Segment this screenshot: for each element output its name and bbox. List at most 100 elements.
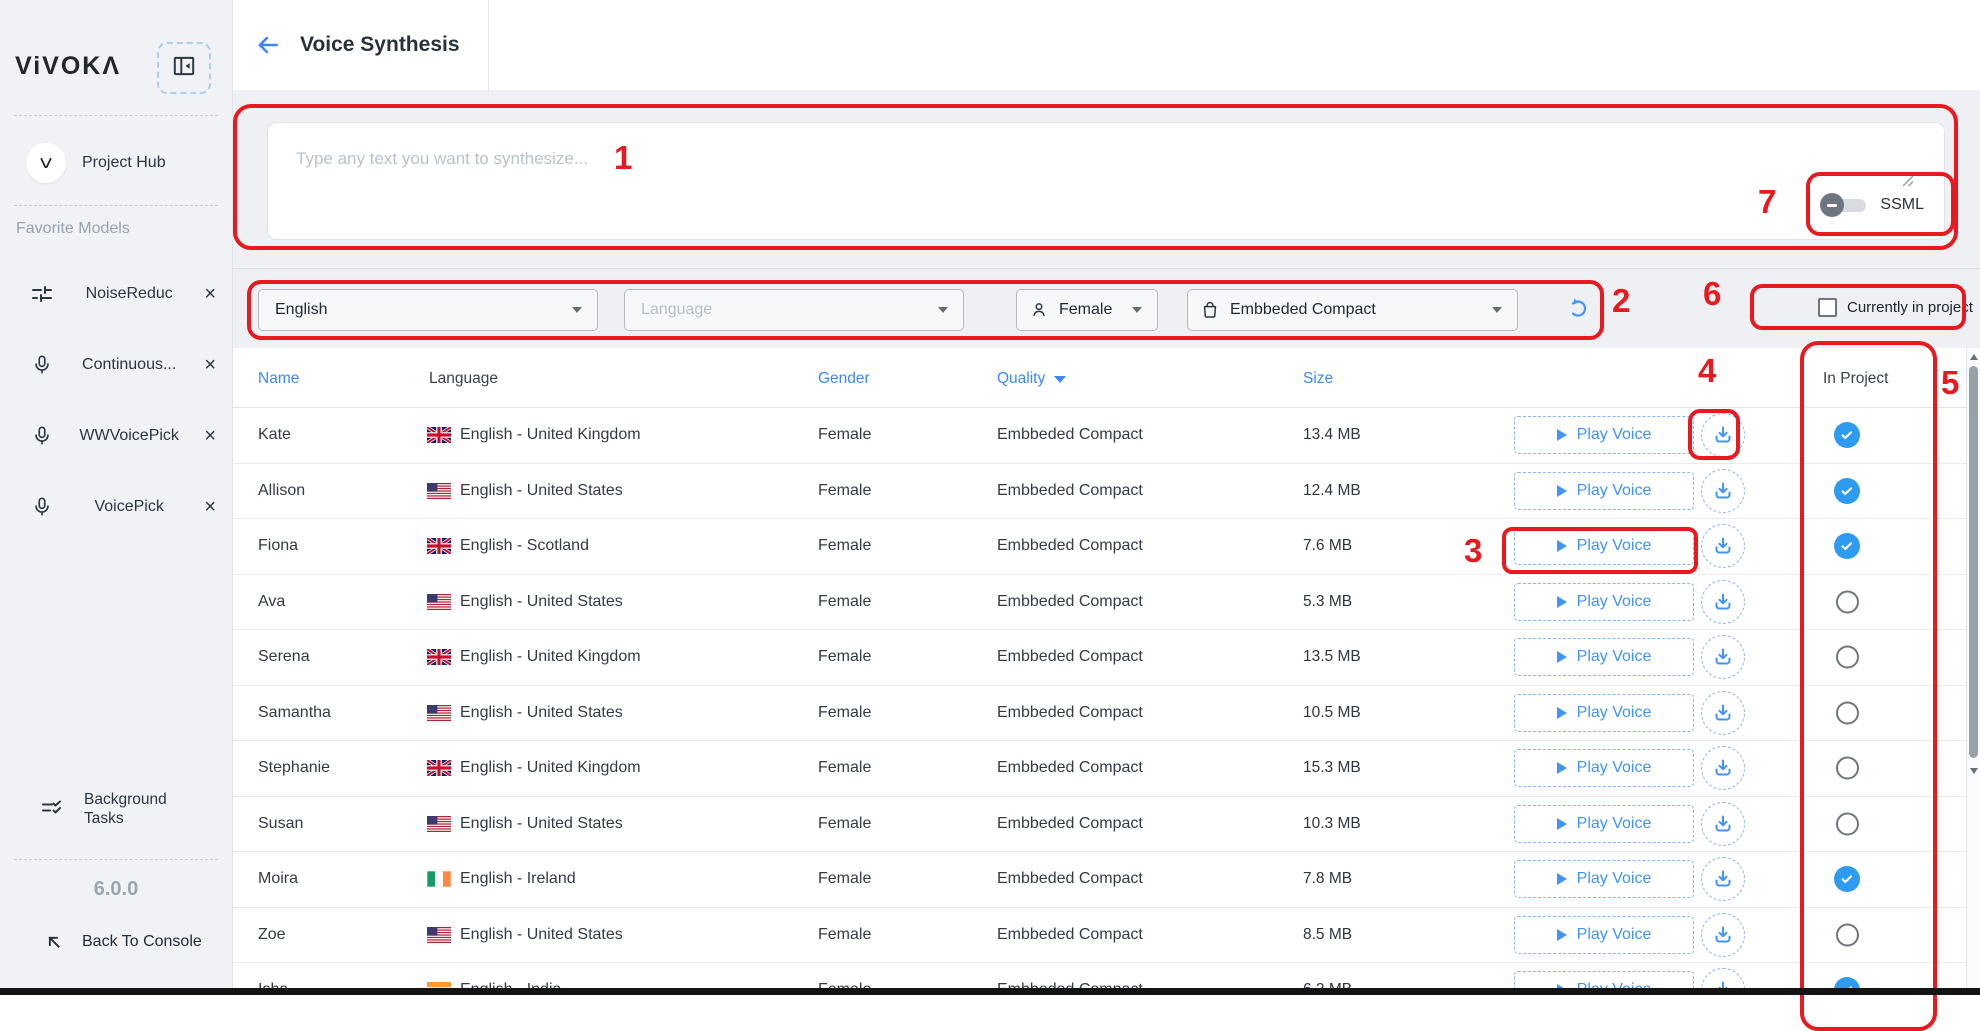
play-voice-button[interactable]: Play Voice	[1514, 694, 1694, 732]
column-header-quality[interactable]: Quality	[997, 370, 1066, 388]
reset-filters-button[interactable]	[1562, 293, 1594, 325]
sort-descending-icon[interactable]	[1054, 376, 1066, 383]
scrollbar-thumb[interactable]	[1969, 366, 1978, 758]
play-voice-button[interactable]: Play Voice	[1514, 472, 1694, 510]
window-bottom-edge	[0, 988, 1980, 995]
download-voice-button[interactable]	[1701, 691, 1745, 735]
voice-row-ava: Ava English - United States Female Embbe…	[232, 575, 1966, 631]
in-project-unchecked[interactable]	[1836, 812, 1859, 835]
voice-size: 8.5 MB	[1303, 926, 1352, 944]
voice-size: 7.8 MB	[1303, 870, 1352, 888]
play-voice-button[interactable]: Play Voice	[1514, 805, 1694, 843]
in-project-unchecked[interactable]	[1836, 701, 1859, 724]
remove-favorite-icon[interactable]: ×	[204, 355, 216, 375]
favorite-model-wwvoicepick[interactable]: WWVoicePick ×	[0, 400, 232, 471]
play-voice-button[interactable]: Play Voice	[1514, 749, 1694, 787]
quality-dropdown[interactable]: Embbeded Compact	[1187, 289, 1518, 331]
voice-size: 10.3 MB	[1303, 815, 1361, 833]
favorite-model-label: Continuous...	[54, 356, 204, 374]
currently-in-project-checkbox[interactable]	[1818, 298, 1837, 317]
favorite-model-voicepick[interactable]: VoicePick ×	[0, 471, 232, 542]
play-voice-button[interactable]: Play Voice	[1514, 583, 1694, 621]
flag-us-icon	[427, 483, 451, 499]
download-voice-button[interactable]	[1701, 413, 1745, 457]
column-header-gender[interactable]: Gender	[818, 370, 870, 388]
play-voice-button[interactable]: Play Voice	[1514, 416, 1694, 454]
voice-language: English - United Kingdom	[460, 759, 641, 777]
voice-gender: Female	[818, 593, 871, 611]
chevron-down-icon	[572, 307, 582, 313]
in-project-unchecked[interactable]	[1836, 757, 1859, 780]
voice-name: Zoe	[258, 926, 286, 944]
in-project-checked[interactable]	[1834, 866, 1860, 892]
voice-gender: Female	[818, 815, 871, 833]
download-voice-button[interactable]	[1701, 857, 1745, 901]
background-tasks-label: Background Tasks	[84, 790, 194, 828]
download-voice-button[interactable]	[1701, 913, 1745, 957]
column-header-language: Language	[429, 370, 498, 388]
scroll-up-icon[interactable]	[1970, 354, 1978, 360]
favorite-model-noisereduc[interactable]: NoiseReduc ×	[0, 258, 232, 329]
play-voice-button[interactable]: Play Voice	[1514, 916, 1694, 954]
tasks-checklist-icon	[40, 797, 64, 821]
sidebar-item-background-tasks[interactable]: Background Tasks	[0, 790, 232, 828]
in-project-checked[interactable]	[1834, 422, 1860, 448]
vivoka-v-icon	[26, 143, 66, 183]
remove-favorite-icon[interactable]: ×	[204, 497, 216, 517]
download-voice-button[interactable]	[1701, 746, 1745, 790]
play-voice-button[interactable]: Play Voice	[1514, 527, 1694, 565]
play-voice-button[interactable]: Play Voice	[1514, 860, 1694, 898]
voice-name: Moira	[258, 870, 298, 888]
favorite-model-continuous[interactable]: Continuous... ×	[0, 329, 232, 400]
synthesis-text-input[interactable]: Type any text you want to synthesize... …	[267, 122, 1945, 240]
back-to-console-button[interactable]: Back To Console	[0, 932, 232, 952]
in-project-unchecked[interactable]	[1836, 646, 1859, 669]
scroll-down-icon[interactable]	[1970, 768, 1978, 774]
chevron-down-icon	[1132, 307, 1142, 313]
language-group-value: English	[275, 301, 327, 319]
download-voice-button[interactable]	[1701, 802, 1745, 846]
remove-favorite-icon[interactable]: ×	[204, 426, 216, 446]
tune-icon	[30, 282, 54, 306]
voices-table: Name Language Gender Quality Size In Pro…	[232, 348, 1966, 988]
ssml-toggle[interactable]	[1820, 193, 1868, 217]
column-header-size[interactable]: Size	[1303, 370, 1333, 388]
in-project-unchecked[interactable]	[1836, 923, 1859, 946]
mic-icon	[30, 354, 54, 376]
sidebar-item-project-hub[interactable]: Project Hub	[0, 138, 232, 188]
collapse-sidebar-button[interactable]	[157, 42, 211, 94]
download-voice-button[interactable]	[1701, 580, 1745, 624]
in-project-checked[interactable]	[1834, 977, 1860, 988]
voice-language: English - United States	[460, 815, 623, 833]
play-voice-button[interactable]: Play Voice	[1514, 971, 1694, 988]
voice-gender: Female	[818, 648, 871, 666]
main-content: Type any text you want to synthesize... …	[232, 90, 1980, 995]
back-to-console-label: Back To Console	[82, 933, 202, 951]
language-dropdown[interactable]: Language	[624, 289, 964, 331]
voice-language: English - Ireland	[460, 870, 576, 888]
column-header-name[interactable]: Name	[258, 370, 299, 388]
resize-handle-icon[interactable]	[1902, 175, 1914, 187]
remove-favorite-icon[interactable]: ×	[204, 284, 216, 304]
download-voice-button[interactable]	[1701, 635, 1745, 679]
currently-in-project-filter[interactable]: Currently in project	[1818, 298, 1973, 317]
play-voice-label: Play Voice	[1577, 759, 1652, 777]
voice-row-allison: Allison English - United States Female E…	[232, 464, 1966, 520]
play-icon	[1557, 540, 1567, 552]
download-voice-button[interactable]	[1701, 469, 1745, 513]
language-group-dropdown[interactable]: English	[258, 289, 598, 331]
voice-language: English - United States	[460, 482, 623, 500]
download-voice-button[interactable]	[1701, 968, 1745, 988]
voice-gender: Female	[818, 981, 871, 988]
table-scrollbar[interactable]	[1966, 348, 1980, 988]
in-project-checked[interactable]	[1834, 533, 1860, 559]
voice-gender: Female	[818, 704, 871, 722]
in-project-checked[interactable]	[1834, 478, 1860, 504]
play-voice-button[interactable]: Play Voice	[1514, 638, 1694, 676]
back-arrow-icon[interactable]	[254, 31, 282, 59]
table-body: Kate English - United Kingdom Female Emb…	[232, 408, 1966, 988]
download-voice-button[interactable]	[1701, 524, 1745, 568]
refresh-icon	[1565, 295, 1591, 324]
gender-dropdown[interactable]: Female	[1016, 289, 1158, 331]
in-project-unchecked[interactable]	[1836, 590, 1859, 613]
